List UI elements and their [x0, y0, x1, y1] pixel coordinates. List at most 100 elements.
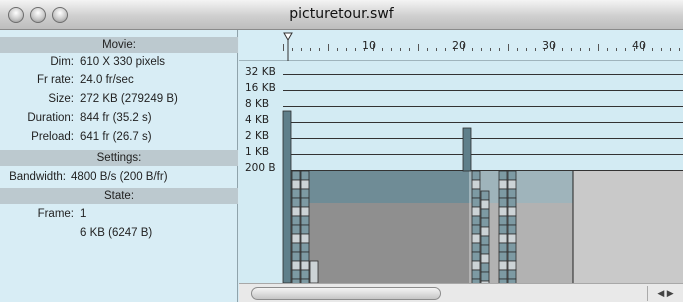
frame-bar-segment — [498, 260, 508, 271]
frame-bar-segment — [498, 188, 508, 199]
frame-bar-segment — [300, 170, 310, 181]
y-tick-label: 2 KB — [245, 130, 270, 142]
frame-bar-segment — [498, 170, 508, 181]
frame-bar-segment — [471, 233, 481, 244]
frame-value: 1 — [80, 208, 87, 220]
state-section-header: State: — [0, 188, 238, 204]
frame-bar-segment — [507, 269, 517, 280]
frame-bar-segment — [498, 206, 508, 217]
frame-bar-segment — [291, 269, 301, 280]
frame-bar-segment — [507, 251, 517, 262]
frame-bar-segment — [498, 179, 508, 190]
bandwidth-label: Bandwidth: — [9, 171, 66, 183]
frame-bar-segment — [480, 235, 490, 246]
frame-bar-segment — [471, 215, 481, 226]
frame-bar-segment — [471, 251, 481, 262]
frame-bar-segment — [498, 269, 508, 280]
frame-bar-segment — [498, 251, 508, 262]
playhead-marker[interactable] — [283, 32, 293, 42]
frame-bar-segment — [480, 271, 490, 282]
preload-label: Preload: — [31, 131, 74, 143]
frame-bar — [282, 110, 292, 284]
frame-bar-segment — [498, 242, 508, 253]
frame-bar-segment — [480, 253, 490, 264]
settings-section-header: Settings: — [0, 150, 238, 166]
frame-bar-segment — [471, 179, 481, 190]
frame-bar-segment — [300, 260, 310, 271]
size-label: Size: — [48, 93, 74, 105]
timeline-ruler[interactable]: 10 20 30 40 — [239, 30, 683, 61]
frame-bar-segment — [291, 260, 301, 271]
frame-bar-segment — [300, 251, 310, 262]
frame-bar-segment — [471, 260, 481, 271]
frame-bar-segment — [300, 233, 310, 244]
frame-bar-segment — [507, 170, 517, 181]
frame-bar-segment — [471, 242, 481, 253]
y-tick-label: 32 KB — [245, 66, 276, 78]
frame-bar-segment — [291, 251, 301, 262]
y-gridlines — [283, 74, 683, 171]
ruler-label-40: 40 — [632, 39, 646, 52]
frame-bar-segment — [507, 224, 517, 235]
y-tick-label: 1 KB — [245, 146, 270, 158]
frame-bar-segment — [300, 215, 310, 226]
frame-bar-segment — [471, 269, 481, 280]
frame-label: Frame: — [37, 208, 74, 220]
preload-value: 641 fr (26.7 s) — [80, 131, 152, 143]
frame-bar-segment — [300, 206, 310, 217]
frame-bar-segment — [480, 190, 490, 201]
y-tick-label: 8 KB — [245, 98, 270, 110]
y-tick-label: 4 KB — [245, 114, 270, 126]
frame-bar-segment — [480, 208, 490, 219]
ruler-label-30: 30 — [542, 39, 556, 52]
frame-bar-segment — [300, 269, 310, 280]
frame-bar-segment — [300, 242, 310, 253]
stream-fill-top — [283, 171, 469, 203]
frame-bar-segment — [291, 197, 301, 208]
movie-section-header: Movie: — [0, 37, 238, 53]
frame-bar-segment — [507, 260, 517, 271]
y-tick-label: 200 B — [245, 162, 276, 174]
frame-bar-segment — [498, 197, 508, 208]
frame-bar-segment — [480, 262, 490, 273]
ruler-label-10: 10 — [362, 39, 376, 52]
frame-bar-segment — [300, 179, 310, 190]
bandwidth-chart: 32 KB 16 KB 8 KB 4 KB 2 KB 1 KB 200 B — [239, 61, 683, 291]
size-value: 272 KB (279249 B) — [80, 93, 178, 105]
duration-label: Duration: — [27, 112, 74, 124]
frame-bar-segment — [291, 170, 301, 181]
title-bar: picturetour.swf — [0, 0, 683, 30]
frame-rate-label: Fr rate: — [36, 74, 74, 86]
frame-bar-segment — [498, 233, 508, 244]
bandwidth-profiler: 10 20 30 40 32 KB 16 KB 8 KB 4 KB 2 KB 1… — [239, 30, 683, 302]
frame-bar-segment — [480, 244, 490, 255]
y-tick-label: 16 KB — [245, 82, 276, 94]
bandwidth-chart-svg — [282, 74, 683, 291]
duration-value: 844 fr (35.2 s) — [80, 112, 152, 124]
frame-bar-segment — [291, 242, 301, 253]
frame-bar-segment — [471, 188, 481, 199]
frame-bar-segment — [480, 226, 490, 237]
ruler-label-20: 20 — [452, 39, 466, 52]
frame-size-value: 6 KB (6247 B) — [80, 227, 153, 239]
frame-bar-segment — [300, 197, 310, 208]
frame-bar-segment — [309, 260, 319, 284]
frame-bar-segment — [480, 217, 490, 228]
frame-bar-segment — [291, 233, 301, 244]
frame-bar-segment — [507, 206, 517, 217]
frame-bar-segment — [471, 197, 481, 208]
frame-bar-segment — [507, 179, 517, 190]
frame-bar-segment — [471, 224, 481, 235]
frame-bar-segment — [471, 206, 481, 217]
frame-bar-segment — [507, 197, 517, 208]
frame-bar-segment — [300, 224, 310, 235]
frame-bar-segment — [291, 215, 301, 226]
scrollbar-thumb[interactable] — [251, 287, 441, 300]
horizontal-scrollbar[interactable]: ◀ ▶ — [239, 283, 683, 302]
bandwidth-value: 4800 B/s (200 B/fr) — [71, 171, 168, 183]
frame-bar-segment — [471, 170, 481, 181]
scroll-arrows-icon[interactable]: ◀ ▶ — [647, 286, 683, 301]
frame-bar-segment — [498, 224, 508, 235]
frame-bar-segment — [291, 179, 301, 190]
frame-bar-segment — [300, 188, 310, 199]
